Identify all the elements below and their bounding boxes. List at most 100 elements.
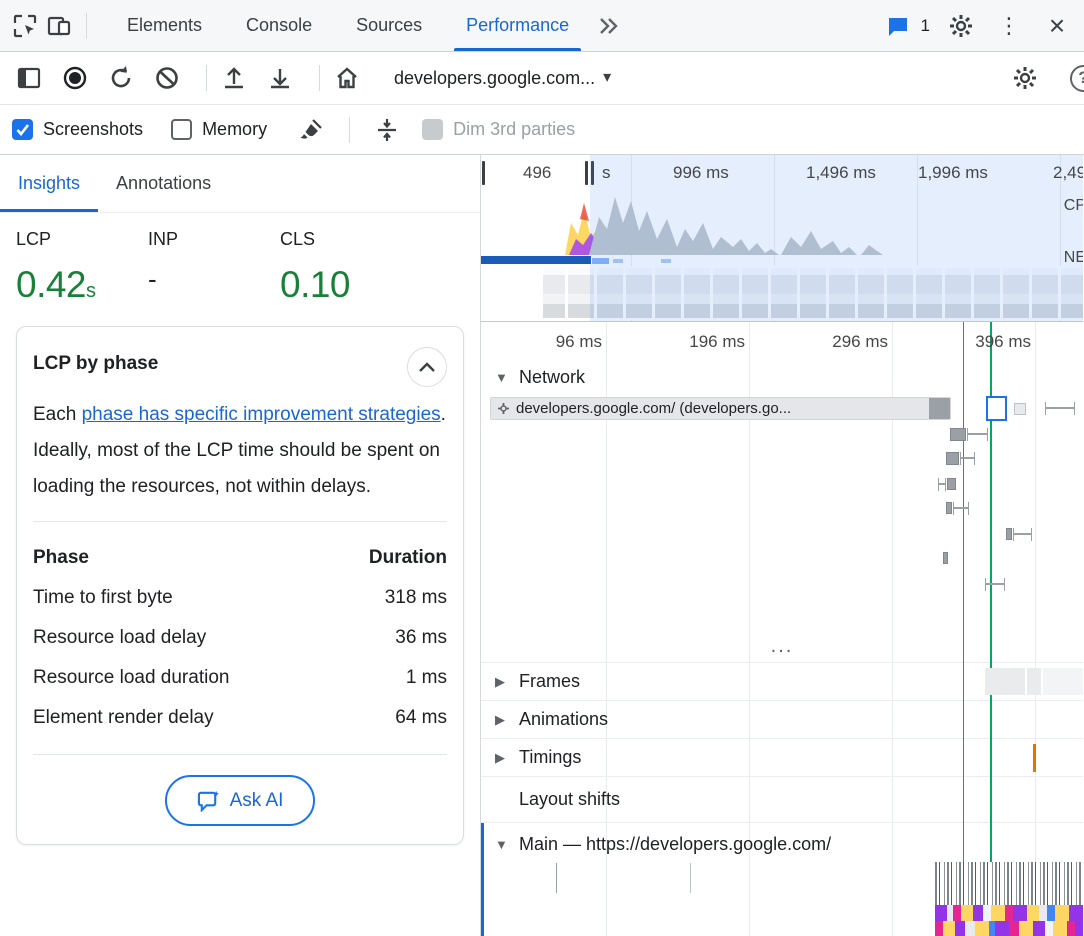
phase-duration: 64 ms [395, 707, 447, 729]
main-flame-chart-row[interactable] [935, 905, 1083, 921]
network-track-header[interactable]: ▼ Network [481, 361, 1083, 393]
cpu-activity-chart [481, 189, 1083, 255]
network-request-whisker[interactable] [953, 502, 969, 515]
collapse-triangle-icon[interactable]: ▼ [495, 837, 509, 852]
selected-request-outline[interactable] [986, 396, 1007, 421]
window-right-handle[interactable] [585, 161, 588, 185]
network-request-whisker[interactable] [1045, 402, 1075, 415]
messages-icon[interactable] [881, 9, 915, 43]
layout-shifts-track-header[interactable]: Layout shifts [481, 781, 1083, 818]
collapse-card-button[interactable] [407, 347, 447, 387]
metric-lcp[interactable]: LCP 0.42s [16, 229, 148, 306]
download-profile-icon[interactable] [263, 61, 297, 95]
network-overview-bar [613, 259, 623, 263]
url-label: developers.google.com... [394, 68, 595, 89]
more-tabs-icon[interactable] [591, 9, 625, 43]
window-left-handle[interactable] [482, 161, 485, 185]
screenshots-label: Screenshots [43, 119, 143, 140]
tab-console[interactable]: Console [224, 0, 334, 51]
panel-toggle-icon[interactable] [12, 61, 46, 95]
tab-label: Sources [356, 15, 422, 36]
memory-checkbox[interactable] [171, 119, 192, 140]
help-icon[interactable]: ? [1070, 65, 1084, 92]
network-request-bar[interactable] [943, 552, 948, 564]
close-icon[interactable]: × [1040, 9, 1074, 43]
improvement-strategies-link[interactable]: phase has specific improvement strategie… [82, 404, 441, 425]
dim-third-parties-checkbox[interactable] [422, 119, 443, 140]
overview-tick-label: 2,49 [1053, 163, 1083, 183]
network-request-bar[interactable] [950, 428, 966, 441]
tab-sources[interactable]: Sources [334, 0, 444, 51]
panel-tabs: Elements Console Sources Performance [105, 0, 591, 51]
screenshots-filmstrip[interactable] [481, 266, 1083, 320]
screenshots-checkbox[interactable] [12, 119, 33, 140]
network-request-whisker[interactable] [938, 478, 946, 491]
timeline-overview[interactable]: 496 s 996 ms 1,496 ms 1,996 ms 2,49 CP N… [481, 155, 1083, 322]
main-flame-chart-row[interactable] [935, 921, 1083, 936]
network-request-whisker[interactable] [985, 578, 1005, 591]
divider [206, 65, 207, 91]
garbage-collect-brush-icon[interactable] [295, 113, 329, 147]
kebab-menu-icon[interactable]: ⋮ [992, 9, 1026, 43]
record-button[interactable] [58, 61, 92, 95]
overview-tick-label: 1,996 ms [918, 163, 988, 183]
ask-ai-button[interactable]: Ask AI [165, 775, 316, 826]
table-row: Resource load delay 36 ms [33, 618, 447, 658]
timings-track-header[interactable]: ▶ Timings [481, 739, 1083, 776]
tab-elements[interactable]: Elements [105, 0, 224, 51]
network-request-bar[interactable] [946, 452, 959, 465]
animations-track-header[interactable]: ▶ Animations [481, 701, 1083, 738]
clear-button[interactable] [150, 61, 184, 95]
ask-ai-row: Ask AI [33, 771, 447, 826]
expand-triangle-icon[interactable]: ▶ [495, 750, 509, 766]
performance-content: Insights Annotations LCP 0.42s INP - CLS… [0, 155, 1084, 936]
network-request-whisker[interactable] [1013, 528, 1032, 541]
frame-thumbnail[interactable] [1027, 668, 1041, 695]
help-glyph: ? [1078, 68, 1084, 88]
tab-insights[interactable]: Insights [0, 155, 98, 212]
window-right-handle[interactable] [591, 161, 594, 185]
network-request-whisker[interactable] [960, 452, 975, 465]
url-history-select[interactable]: developers.google.com... ▾ [386, 64, 619, 93]
network-request-bar[interactable] [947, 478, 956, 490]
timing-marker[interactable] [1033, 744, 1036, 772]
frame-thumbnail[interactable] [985, 668, 1025, 695]
ruler-tick-label: 196 ms [681, 332, 745, 352]
tab-label: Annotations [116, 173, 211, 194]
kebab-glyph: ⋮ [998, 15, 1020, 37]
phase-name: Element render delay [33, 707, 214, 729]
overview-tick-label: 496 [523, 163, 551, 183]
expand-triangle-icon[interactable]: ▶ [495, 712, 509, 728]
network-request-bar[interactable]: developers.google.com/ (developers.go... [490, 397, 951, 420]
ai-chat-icon [197, 789, 220, 812]
network-request-bar[interactable] [946, 502, 952, 514]
screenshots-option: Screenshots [12, 119, 143, 140]
device-toolbar-icon[interactable] [42, 9, 76, 43]
main-flame-chart-dense[interactable] [935, 862, 1083, 905]
main-track-header[interactable]: ▼ Main — https://developers.google.com/ [481, 827, 1083, 861]
expand-triangle-icon[interactable]: ▶ [495, 674, 509, 690]
network-request-whisker[interactable] [967, 428, 988, 441]
selected-track-indicator [481, 823, 484, 936]
reload-record-button[interactable] [104, 61, 138, 95]
upload-profile-icon[interactable] [217, 61, 251, 95]
collapse-flame-icon[interactable] [370, 113, 404, 147]
tab-performance[interactable]: Performance [444, 0, 591, 51]
network-request-bar[interactable] [1014, 403, 1026, 415]
track-resizer-handle[interactable]: ... [481, 636, 1083, 656]
metric-cls[interactable]: CLS 0.10 [280, 229, 412, 306]
memory-option: Memory [171, 119, 267, 140]
metric-inp[interactable]: INP - [148, 229, 280, 306]
tab-annotations[interactable]: Annotations [98, 155, 229, 212]
inspect-element-icon[interactable] [8, 9, 42, 43]
frame-thumbnail[interactable] [1043, 668, 1083, 695]
ruler-tick-label: 296 ms [824, 332, 888, 352]
capture-settings-gear-icon[interactable] [1008, 61, 1042, 95]
card-header: LCP by phase [33, 347, 447, 387]
settings-gear-icon[interactable] [944, 9, 978, 43]
network-request-bar[interactable] [1006, 528, 1012, 540]
collapse-triangle-icon[interactable]: ▼ [495, 370, 509, 385]
divider [33, 754, 447, 755]
main-activity-tick [690, 863, 691, 893]
home-icon[interactable] [330, 61, 364, 95]
